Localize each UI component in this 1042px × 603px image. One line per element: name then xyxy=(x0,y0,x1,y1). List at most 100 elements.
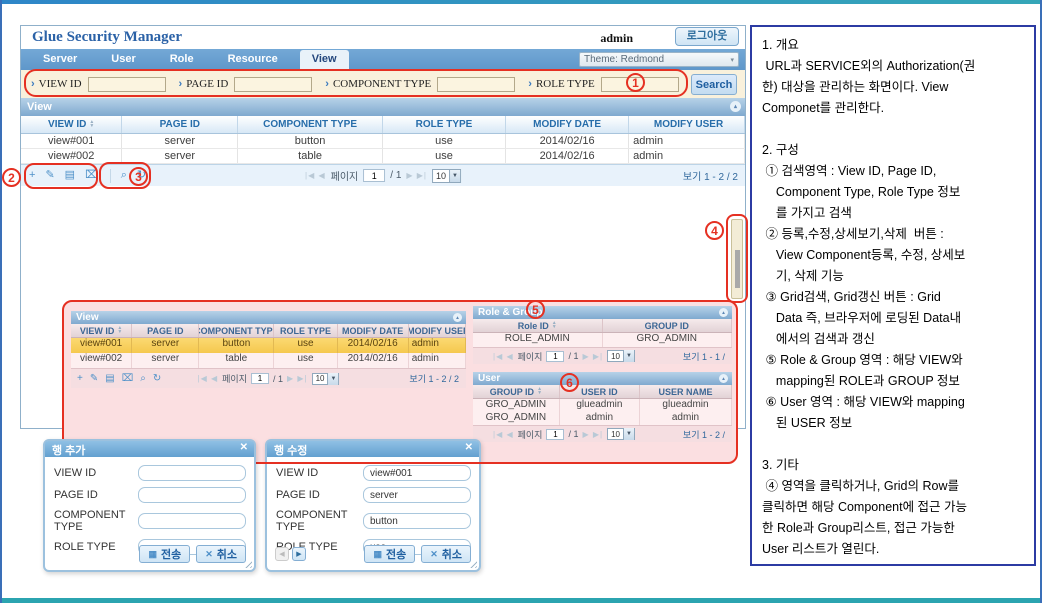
search-input-page-id[interactable] xyxy=(234,77,312,92)
page-id-field[interactable] xyxy=(138,487,246,503)
pager-page-label: 페이지 xyxy=(518,350,543,363)
field-label-role-type: ROLE TYPE xyxy=(54,541,138,553)
user-grid-header-row: GROUP ID▲▼ USER ID USER NAME xyxy=(473,385,732,399)
pager-first-prev-icon[interactable]: |◀ ◀ xyxy=(493,352,514,361)
col-header-view-id[interactable]: VIEW ID▲▼ xyxy=(71,324,132,337)
table-row[interactable]: view#001 server button use 2014/02/16 ad… xyxy=(21,134,745,149)
grid-search-icon[interactable]: ⌕ xyxy=(121,170,127,181)
col-header-view-id[interactable]: VIEW ID▲▼ xyxy=(21,116,122,133)
edit-row-icon[interactable]: ✎ xyxy=(45,170,54,181)
page-size-value: 10 xyxy=(436,171,446,181)
col-header-page-id[interactable]: PAGE ID xyxy=(132,324,199,337)
dialog-body: VIEW ID PAGE ID COMPONENT TYPE ROLE TYPE xyxy=(45,457,254,555)
collapse-icon[interactable]: ▴ xyxy=(453,313,462,322)
col-header-role-type[interactable]: ROLE TYPE xyxy=(274,324,337,337)
pager-next-last-icon[interactable]: ▶ ▶| xyxy=(582,352,603,361)
theme-dropdown[interactable]: Theme: Redmond ▾ xyxy=(579,52,739,67)
col-header-modify-user[interactable]: MODIFY USER xyxy=(629,116,745,133)
dialog-title-bar[interactable]: 행 추가 ✕ xyxy=(45,441,254,457)
pager-page-input[interactable] xyxy=(546,429,564,440)
nav-tab-resource[interactable]: Resource xyxy=(216,49,290,70)
next-record-icon[interactable]: ▶ xyxy=(292,547,306,561)
component-type-field[interactable] xyxy=(363,513,471,529)
pager-page-of: / 1 xyxy=(273,374,283,384)
page-size-dropdown[interactable]: 10▼ xyxy=(312,373,340,385)
delete-row-icon[interactable]: ⌧ xyxy=(122,374,134,384)
page-size-dropdown[interactable]: 10▼ xyxy=(607,350,635,362)
col-header-component-type[interactable]: COMPONENT TYPE xyxy=(238,116,383,133)
col-header-role-type[interactable]: ROLE TYPE xyxy=(383,116,506,133)
collapse-bar-grip xyxy=(735,250,740,288)
page-size-dropdown[interactable]: 10▼ xyxy=(432,169,461,183)
col-header-user-name[interactable]: USER NAME xyxy=(640,385,732,398)
collapse-icon[interactable]: ▴ xyxy=(719,374,728,383)
delete-row-icon[interactable]: ⌧ xyxy=(85,170,98,181)
view-detail-icon[interactable]: ▤ xyxy=(105,374,114,384)
col-header-component-type[interactable]: COMPONENT TYPE xyxy=(199,324,274,337)
table-row-selected[interactable]: view#001 server button use 2014/02/16 ad… xyxy=(71,338,466,353)
col-header-group-id[interactable]: GROUP ID▲▼ xyxy=(473,385,560,398)
component-type-field[interactable] xyxy=(138,513,246,529)
grid-refresh-icon[interactable]: ↻ xyxy=(153,374,161,384)
doc-text-line: 한) 대상을 관리하는 화면이다. View xyxy=(762,77,1028,98)
search-button[interactable]: Search xyxy=(691,74,737,95)
col-header-modify-user[interactable]: MODIFY USER xyxy=(409,324,466,337)
doc-text-line: 1. 개요 xyxy=(762,35,1028,56)
nav-tab-user[interactable]: User xyxy=(99,49,147,70)
dialog-title-bar[interactable]: 행 수정 ✕ xyxy=(267,441,479,457)
close-icon[interactable]: ✕ xyxy=(240,442,248,453)
nav-tab-view[interactable]: View xyxy=(300,50,349,70)
table-row[interactable]: view#002 server table use 2014/02/16 adm… xyxy=(21,149,745,164)
cancel-button[interactable]: ✕취소 xyxy=(196,545,246,563)
col-header-page-id[interactable]: PAGE ID xyxy=(122,116,238,133)
pager-page-input[interactable] xyxy=(251,373,269,384)
search-field-role-type: › ROLE TYPE xyxy=(528,77,678,92)
page-id-field[interactable] xyxy=(363,487,471,503)
view-id-field[interactable] xyxy=(363,465,471,481)
pager-page-input[interactable] xyxy=(546,351,564,362)
add-row-icon[interactable]: + xyxy=(29,170,35,181)
pager-page-input[interactable] xyxy=(363,169,385,182)
pager-next-last-icon[interactable]: ▶ ▶| xyxy=(406,171,427,180)
col-header-label: VIEW ID xyxy=(80,326,115,336)
col-header-user-id[interactable]: USER ID xyxy=(560,385,640,398)
table-row[interactable]: GRO_ADMIN admin admin xyxy=(473,412,732,425)
table-row[interactable]: ROLE_ADMIN GRO_ADMIN xyxy=(473,333,732,347)
add-row-icon[interactable]: + xyxy=(77,374,83,384)
pager-first-prev-icon[interactable]: |◀ ◀ xyxy=(493,430,514,439)
col-header-group-id[interactable]: GROUP ID xyxy=(603,319,733,332)
pager-next-last-icon[interactable]: ▶ ▶| xyxy=(582,430,603,439)
col-header-modify-date[interactable]: MODIFY DATE xyxy=(506,116,629,133)
chevron-down-icon: ▾ xyxy=(730,56,734,64)
page-size-dropdown[interactable]: 10▼ xyxy=(607,428,635,440)
pager-next-last-icon[interactable]: ▶ ▶| xyxy=(287,374,308,383)
logout-button[interactable]: 로그아웃 xyxy=(675,27,739,46)
record-nav: ◀ ▶ xyxy=(275,547,306,561)
pager-first-prev-icon[interactable]: |◀ ◀ xyxy=(305,171,326,180)
view-id-field[interactable] xyxy=(138,465,246,481)
table-row[interactable]: view#002 server table use 2014/02/16 adm… xyxy=(71,353,466,368)
col-header-role-id[interactable]: Role ID▲▼ xyxy=(473,319,603,332)
view-detail-icon[interactable]: ▤ xyxy=(65,170,75,181)
collapse-icon[interactable]: ▴ xyxy=(730,101,741,112)
cancel-button[interactable]: ✕취소 xyxy=(421,545,471,563)
grid-search-icon[interactable]: ⌕ xyxy=(140,374,146,384)
search-input-view-id[interactable] xyxy=(88,77,166,92)
submit-button[interactable]: ▦전송 xyxy=(364,545,415,563)
prev-record-icon[interactable]: ◀ xyxy=(275,547,289,561)
detail-panel-collapse-bar[interactable] xyxy=(731,219,743,299)
close-icon[interactable]: ✕ xyxy=(465,442,473,453)
record-range-label: 보기 1 - 2 / 2 xyxy=(409,372,459,385)
edit-row-icon[interactable]: ✎ xyxy=(90,374,98,384)
table-row[interactable]: GRO_ADMIN glueadmin glueadmin xyxy=(473,399,732,412)
col-header-modify-date[interactable]: MODIFY DATE xyxy=(338,324,409,337)
bullet-arrow-icon: › xyxy=(325,78,329,90)
collapse-icon[interactable]: ▴ xyxy=(719,308,728,317)
pager-first-prev-icon[interactable]: |◀ ◀ xyxy=(198,374,219,383)
nav-tab-server[interactable]: Server xyxy=(31,49,89,70)
search-input-component-type[interactable] xyxy=(437,77,515,92)
grid-refresh-icon[interactable]: ↻ xyxy=(137,170,146,181)
nav-tab-role[interactable]: Role xyxy=(158,49,206,70)
search-input-role-type[interactable] xyxy=(601,77,679,92)
submit-button[interactable]: ▦전송 xyxy=(139,545,190,563)
